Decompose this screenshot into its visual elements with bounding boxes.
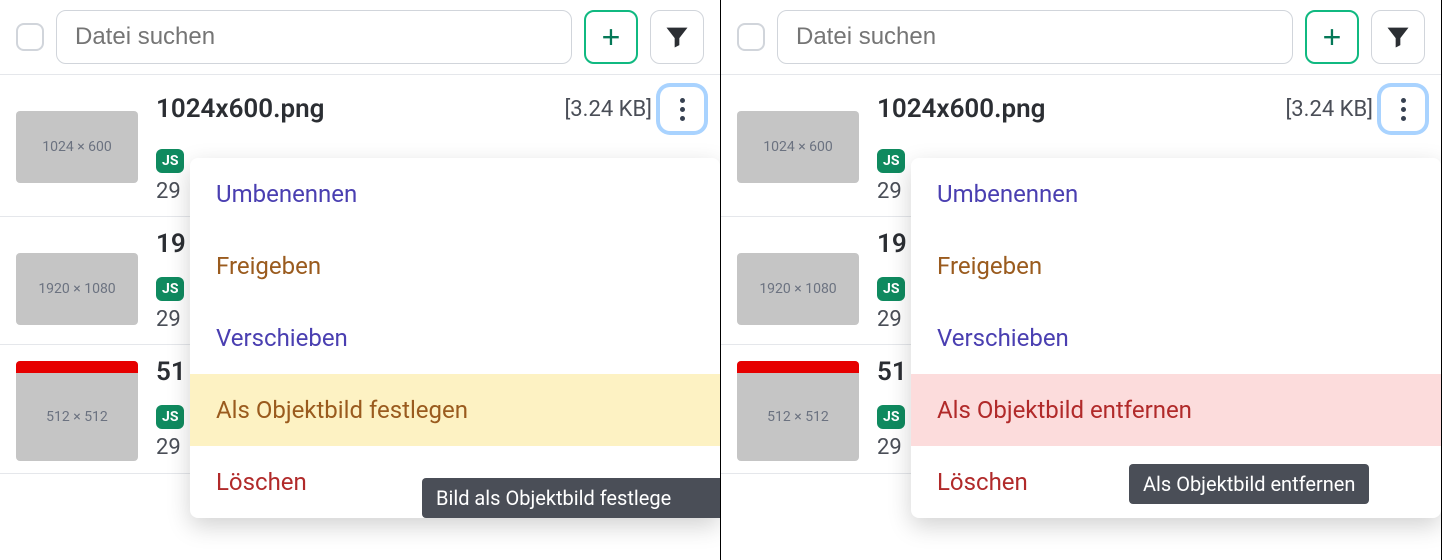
badge: JS [877, 277, 905, 301]
menu-item-move[interactable]: Verschieben [190, 302, 720, 374]
badge: JS [156, 405, 184, 429]
select-all-checkbox[interactable] [16, 23, 44, 51]
file-name: 19 [156, 229, 186, 259]
file-size: [3.24 KB] [564, 97, 652, 122]
thumbnail: 1024 × 600 [737, 111, 859, 183]
add-button[interactable]: + [584, 10, 638, 64]
tooltip: Als Objektbild entfernen [1129, 464, 1369, 504]
dots-icon [1401, 98, 1406, 103]
thumbnail: 1920 × 1080 [16, 253, 138, 325]
menu-item-share[interactable]: Freigeben [190, 230, 720, 302]
search-input[interactable] [56, 10, 572, 64]
filter-icon [663, 23, 691, 51]
toolbar: + [0, 0, 720, 75]
file-name: 51 [877, 357, 907, 387]
panel-left: + 1024 × 600 1024x600.png [3.24 KB] JS 2… [0, 0, 721, 560]
badge: JS [156, 277, 184, 301]
badge: JS [877, 405, 905, 429]
search-input[interactable] [777, 10, 1293, 64]
menu-item-share[interactable]: Freigeben [911, 230, 1441, 302]
thumbnail: 1024 × 600 [16, 111, 138, 183]
select-all-checkbox[interactable] [737, 23, 765, 51]
thumbnail: 512 × 512 [737, 361, 859, 461]
file-name: 1024x600.png [156, 94, 324, 124]
toolbar: + [721, 0, 1441, 75]
tooltip: Bild als Objektbild festlege [422, 478, 720, 518]
more-button[interactable] [660, 87, 704, 131]
thumbnail: 512 × 512 [16, 361, 138, 461]
menu-item-rename[interactable]: Umbenennen [190, 158, 720, 230]
file-size: [3.24 KB] [1285, 97, 1373, 122]
add-button[interactable]: + [1305, 10, 1359, 64]
menu-item-set-object-image[interactable]: Als Objektbild festlegen [190, 374, 720, 446]
filter-icon [1384, 23, 1412, 51]
menu-item-remove-object-image[interactable]: Als Objektbild entfernen [911, 374, 1441, 446]
highlight-bar [16, 361, 138, 373]
highlight-bar [737, 361, 859, 373]
file-name: 1024x600.png [877, 94, 1045, 124]
thumbnail: 1920 × 1080 [737, 253, 859, 325]
more-button[interactable] [1381, 87, 1425, 131]
badge: JS [156, 149, 184, 173]
context-menu: Umbenennen Freigeben Verschieben Als Obj… [190, 158, 720, 518]
filter-button[interactable] [650, 10, 704, 64]
filter-button[interactable] [1371, 10, 1425, 64]
menu-item-move[interactable]: Verschieben [911, 302, 1441, 374]
menu-item-rename[interactable]: Umbenennen [911, 158, 1441, 230]
badge: JS [877, 149, 905, 173]
file-name: 51 [156, 357, 186, 387]
file-name: 19 [877, 229, 907, 259]
dots-icon [680, 98, 685, 103]
panel-right: + 1024 × 600 1024x600.png [3.24 KB] JS 2… [721, 0, 1442, 560]
